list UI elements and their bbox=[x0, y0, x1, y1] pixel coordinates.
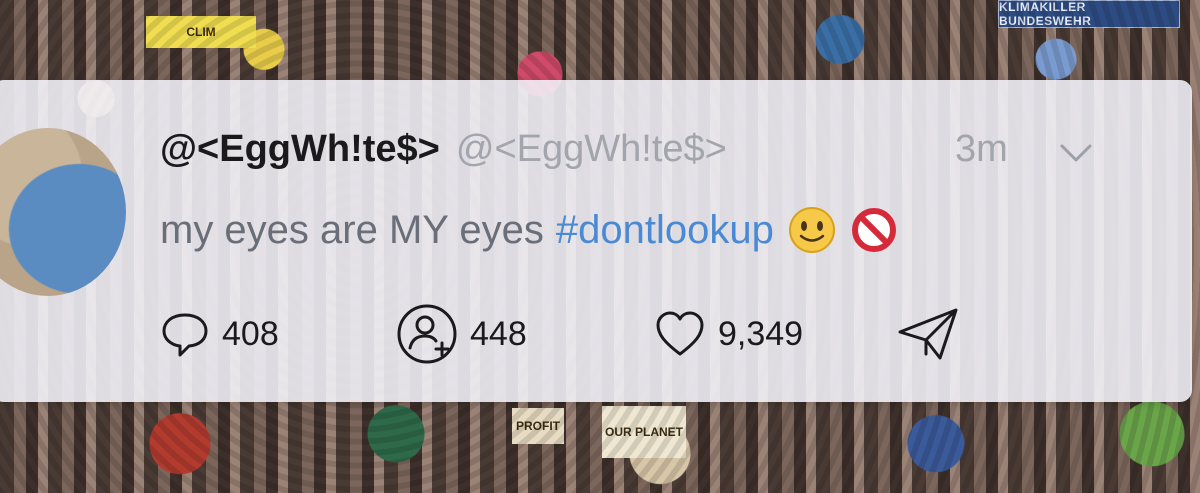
like-count: 9,349 bbox=[718, 314, 804, 353]
tweet-body: my eyes are MY eyes #dontlookup bbox=[160, 206, 898, 254]
display-name[interactable]: @<EggWh!te$> bbox=[160, 128, 440, 171]
follow-button[interactable]: 448 bbox=[396, 304, 527, 364]
retweet-count: 448 bbox=[470, 314, 527, 353]
tweet-text: my eyes are MY eyes bbox=[160, 207, 544, 252]
reply-count: 408 bbox=[222, 314, 279, 353]
chevron-down-icon[interactable] bbox=[1058, 138, 1094, 168]
reply-button[interactable]: 408 bbox=[160, 304, 279, 364]
prohibited-icon bbox=[850, 206, 898, 254]
smiling-face-icon bbox=[788, 206, 836, 254]
protest-sign: CLIM bbox=[146, 16, 256, 48]
heart-icon bbox=[656, 311, 704, 356]
share-button[interactable] bbox=[896, 304, 960, 364]
protest-sign: PROFIT bbox=[512, 408, 564, 444]
tweet-actions: 408 448 9,349 bbox=[160, 304, 980, 364]
hashtag-link[interactable]: #dontlookup bbox=[556, 208, 774, 253]
speech-bubble-icon bbox=[162, 313, 208, 357]
tweet-header: @<EggWh!te$> @<EggWh!te$> bbox=[160, 128, 727, 178]
protest-sign: OUR PLANET bbox=[602, 406, 686, 458]
tweet-timestamp: 3m bbox=[955, 128, 1008, 170]
protest-banner: KLIMAKILLER BUNDESWEHR bbox=[998, 0, 1180, 28]
add-user-icon bbox=[397, 304, 457, 364]
send-icon bbox=[898, 308, 958, 360]
user-handle[interactable]: @<EggWh!te$> bbox=[456, 128, 727, 171]
like-button[interactable]: 9,349 bbox=[654, 304, 803, 364]
